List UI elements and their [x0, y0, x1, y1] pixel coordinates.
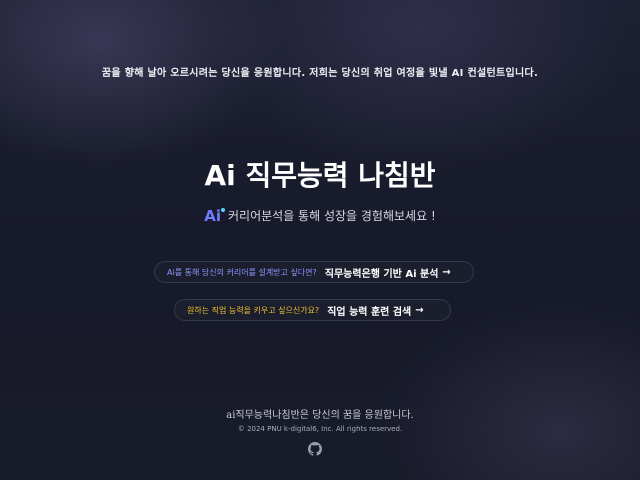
github-icon[interactable] — [308, 442, 322, 456]
copyright: © 2024 PNU k-digital6, Inc. All rights r… — [237, 425, 403, 433]
subtitle: Ai 커리어분석을 통해 성장을 경험해보세요 ! — [0, 206, 640, 225]
arrow-right-icon: → — [415, 304, 424, 316]
footer-slogan: ai직무능력나침반은 당신의 꿈을 응원합니다. — [226, 410, 414, 421]
ai-analysis-label[interactable]: 직무능력은행 기반 Ai 분석 — [325, 265, 439, 280]
ai-logo-dot — [221, 208, 225, 212]
ai-analysis-question: Ai를 통해 당신의 커리어를 설계받고 싶다면? — [167, 267, 317, 277]
training-search-label[interactable]: 직업 능력 훈련 검색 — [327, 303, 411, 318]
ai-analysis-link[interactable]: Ai를 통해 당신의 커리어를 설계받고 싶다면? 직무능력은행 기반 Ai 분… — [154, 261, 474, 283]
ai-logo-icon: Ai — [204, 207, 225, 225]
tagline: 꿈을 향해 날아 오르시려는 당신을 응원합니다. 저희는 당신의 취업 여정을… — [101, 68, 539, 79]
ai-logo-text: Ai — [204, 207, 221, 225]
arrow-right-icon: → — [442, 266, 451, 278]
main-page: 꿈을 향해 날아 오르시려는 당신을 응원합니다. 저희는 당신의 취업 여정을… — [0, 0, 640, 480]
subtitle-text: 커리어분석을 통해 성장을 경험해보세요 ! — [228, 209, 436, 223]
training-search-link[interactable]: 원하는 직업 능력을 키우고 싶으신가요? 직업 능력 훈련 검색 → — [174, 299, 451, 321]
training-search-question: 원하는 직업 능력을 키우고 싶으신가요? — [187, 305, 320, 315]
page-title: Ai 직무능력 나침반 — [204, 159, 436, 192]
